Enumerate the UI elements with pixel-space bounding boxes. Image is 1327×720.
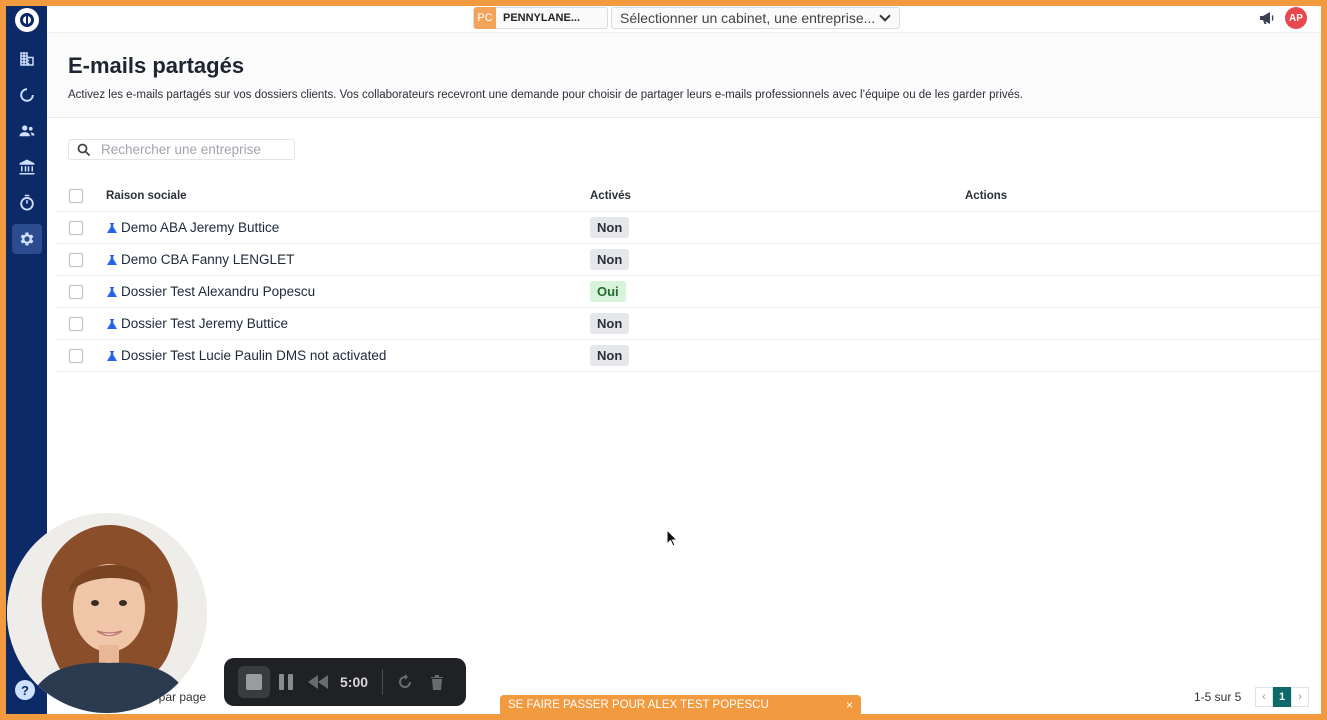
megaphone-icon[interactable] — [1259, 11, 1275, 25]
pagination-info: 1-5 sur 5 — [1194, 690, 1242, 704]
company-name-cell[interactable]: Demo ABA Jeremy Buttice — [121, 220, 279, 235]
sidebar-item-sync[interactable] — [12, 80, 42, 110]
sidebar-item-settings[interactable] — [11, 224, 42, 254]
row-checkbox[interactable] — [69, 220, 83, 235]
close-icon[interactable]: × — [846, 698, 853, 712]
status-badge: Non — [590, 313, 630, 334]
recording-timer: 5:00 — [340, 674, 369, 690]
column-header-active[interactable]: Activés — [590, 190, 631, 202]
company-name-cell[interactable]: Dossier Test Alexandru Popescu — [121, 284, 315, 299]
rewind-button[interactable] — [302, 666, 334, 698]
column-header-name[interactable]: Raison sociale — [106, 190, 187, 202]
flask-icon — [107, 350, 117, 361]
users-icon — [19, 125, 34, 137]
restart-icon — [399, 674, 412, 688]
pause-button[interactable] — [270, 666, 302, 698]
webcam-bubble[interactable] — [7, 513, 207, 713]
company-name-cell[interactable]: Dossier Test Jeremy Buttice — [121, 316, 288, 331]
status-badge: Non — [590, 249, 630, 270]
status-badge: Oui — [590, 281, 626, 302]
mouse-cursor-icon — [666, 529, 678, 547]
sidebar-item-companies[interactable] — [12, 44, 42, 74]
table-row[interactable]: Demo CBA Fanny LENGLET Non — [57, 244, 1319, 276]
top-bar: PC PENNYLANE... Sélectionner un cabinet,… — [47, 6, 1321, 32]
page-header: E-mails partagés Activez les e-mails par… — [47, 32, 1321, 118]
cabinet-select-value: Sélectionner un cabinet, une entreprise.… — [620, 10, 876, 26]
table-row[interactable]: Dossier Test Lucie Paulin DMS not activa… — [57, 340, 1319, 372]
column-header-actions: Actions — [965, 189, 1008, 202]
bank-icon — [19, 159, 34, 175]
pagination: ‹ 1 › — [1255, 687, 1309, 707]
search-box[interactable] — [68, 139, 295, 160]
page-title: E-mails partagés — [68, 53, 245, 78]
flask-icon — [107, 222, 117, 233]
row-checkbox[interactable] — [69, 316, 83, 331]
sidebar-item-timer[interactable] — [12, 188, 42, 218]
sidebar-item-bank[interactable] — [12, 152, 42, 182]
status-badge: Non — [590, 345, 630, 366]
delete-button[interactable] — [421, 666, 453, 698]
pause-icon — [279, 674, 293, 690]
row-checkbox[interactable] — [69, 348, 83, 363]
stop-icon — [246, 674, 262, 690]
gear-icon — [20, 232, 33, 246]
presenter-video — [7, 513, 207, 713]
cabinet-select[interactable]: Sélectionner un cabinet, une entreprise.… — [611, 7, 900, 29]
sidebar-item-users[interactable] — [12, 116, 42, 146]
table-row[interactable]: Dossier Test Alexandru Popescu Oui — [57, 276, 1319, 308]
stop-button[interactable] — [238, 666, 270, 698]
table-row[interactable]: Demo ABA Jeremy Buttice Non — [57, 212, 1319, 244]
user-avatar[interactable]: AP — [1285, 7, 1307, 29]
table-row[interactable]: Dossier Test Jeremy Buttice Non — [57, 308, 1319, 340]
prev-page-button[interactable]: ‹ — [1255, 687, 1273, 707]
circle-refresh-icon — [19, 88, 34, 102]
row-checkbox[interactable] — [69, 252, 83, 267]
trash-icon — [431, 675, 444, 690]
table-header: Raison sociale Activés Actions — [57, 180, 1319, 212]
company-badge: PC — [474, 7, 496, 29]
search-input[interactable] — [101, 142, 281, 157]
help-icon[interactable]: ? — [15, 680, 35, 700]
page-description: Activez les e-mails partagés sur vos dos… — [68, 89, 1023, 101]
next-page-button[interactable]: › — [1291, 687, 1309, 707]
flask-icon — [107, 254, 117, 265]
chevron-down-icon — [879, 10, 891, 22]
flask-icon — [107, 286, 117, 297]
rewind-icon — [308, 675, 328, 689]
pennylane-logo-icon[interactable] — [14, 8, 39, 32]
current-company-chip[interactable]: PC PENNYLANE... — [473, 7, 608, 29]
impersonation-text: SE FAIRE PASSER POUR ALEX TEST POPESCU — [508, 698, 769, 711]
companies-table: Raison sociale Activés Actions Demo ABA … — [57, 180, 1319, 372]
row-checkbox[interactable] — [69, 284, 83, 299]
screen-recorder-controls: 5:00 — [224, 658, 466, 706]
stopwatch-icon — [19, 194, 34, 211]
status-badge: Non — [590, 217, 630, 238]
page-button-current[interactable]: 1 — [1273, 687, 1291, 707]
flask-icon — [107, 318, 117, 329]
search-icon — [77, 143, 91, 156]
select-all-checkbox[interactable] — [69, 188, 83, 203]
impersonation-banner[interactable]: SE FAIRE PASSER POUR ALEX TEST POPESCU × — [500, 695, 861, 714]
restart-button[interactable] — [389, 666, 421, 698]
company-name: PENNYLANE... — [503, 12, 581, 24]
company-name-cell[interactable]: Dossier Test Lucie Paulin DMS not activa… — [121, 348, 386, 363]
company-name-cell[interactable]: Demo CBA Fanny LENGLET — [121, 252, 294, 267]
building-icon — [19, 52, 34, 66]
